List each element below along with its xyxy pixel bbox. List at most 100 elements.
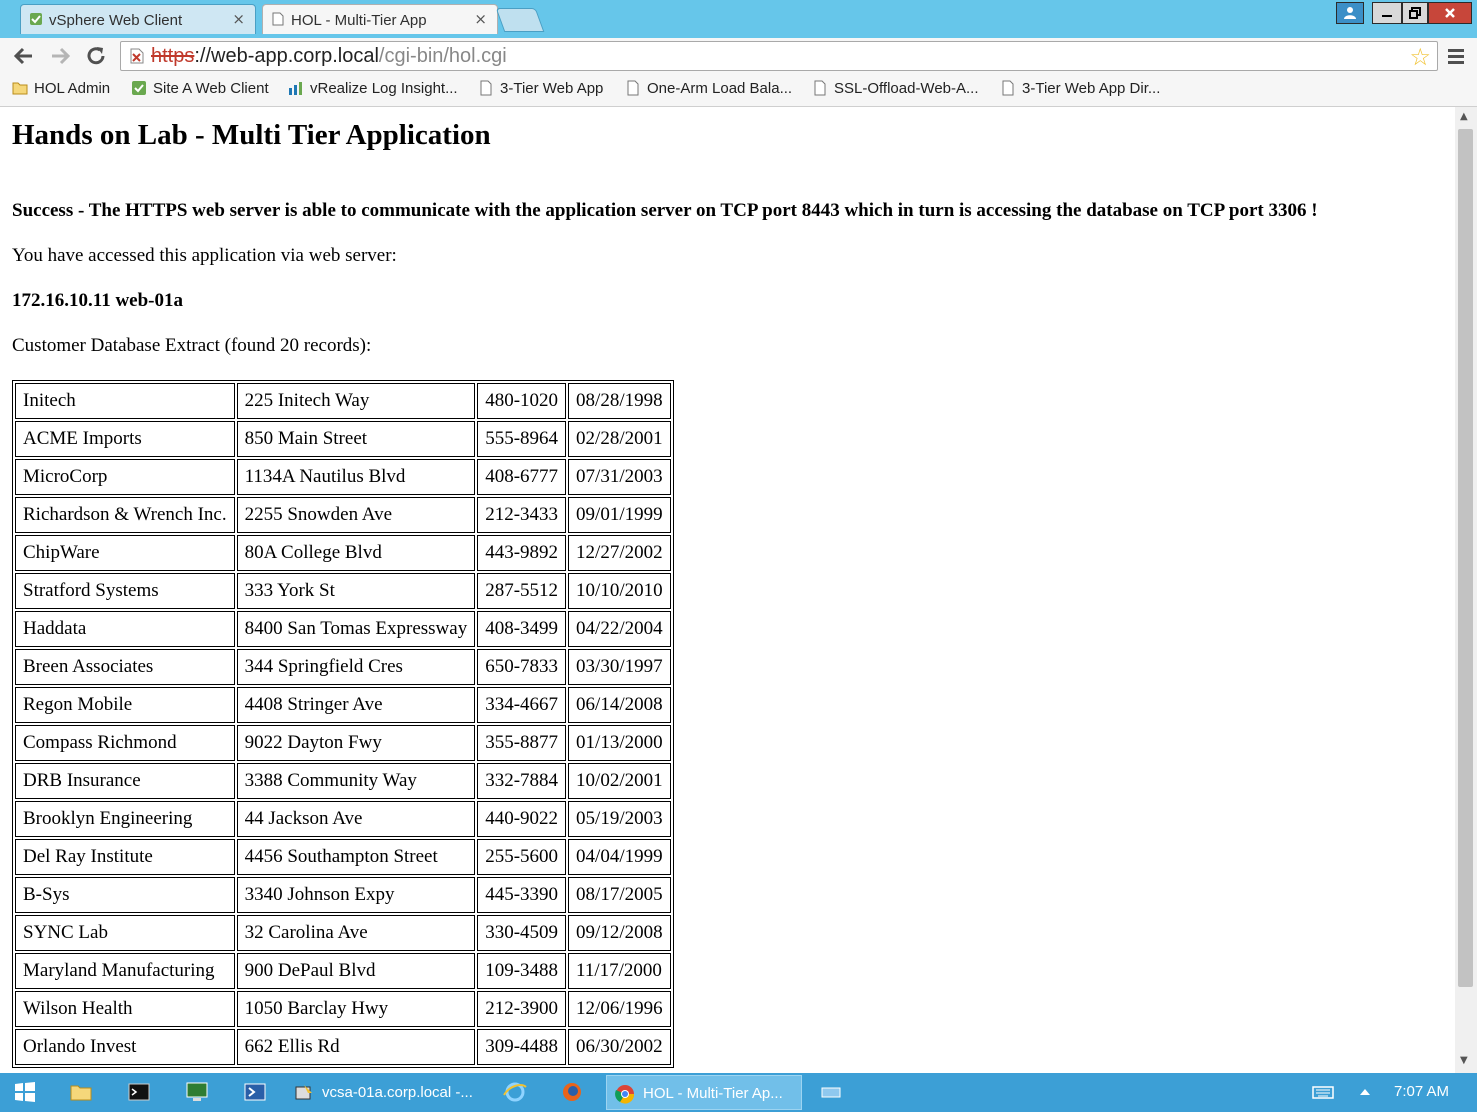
date-cell: 06/30/2002 <box>568 1029 671 1065</box>
table-row: Regon Mobile 4408 Stringer Ave 334-4667 06/… <box>15 687 671 723</box>
address-cell: 1050 Barclay Hwy <box>236 991 476 1027</box>
taskbar-item-vcsa[interactable]: vcsa-01a.corp.local -... <box>286 1075 484 1110</box>
date-cell: 11/17/2000 <box>568 953 671 989</box>
command-prompt-icon[interactable] <box>126 1079 152 1105</box>
back-button[interactable] <box>10 42 38 70</box>
remote-desktop-icon[interactable] <box>184 1079 210 1105</box>
folder-icon <box>12 82 28 95</box>
date-cell: 10/02/2001 <box>568 763 671 799</box>
bookmark-ssl-offload[interactable]: SSL-Offload-Web-A... <box>812 80 979 100</box>
phone-cell: 355-8877 <box>477 725 567 761</box>
extract-caption: Customer Database Extract (found 20 reco… <box>12 335 372 356</box>
table-row: SYNC Lab 32 Carolina Ave 330-4509 09/12/200… <box>15 915 671 951</box>
bookmark-one-arm-load-balancer[interactable]: One-Arm Load Bala... <box>625 80 792 100</box>
tab-label: vSphere Web Client <box>49 12 183 29</box>
show-hidden-icons-icon[interactable] <box>1352 1079 1378 1105</box>
bookmark-label: 3-Tier Web App Dir... <box>1022 80 1161 97</box>
system-clock: 7:07 AM <box>1394 1083 1450 1100</box>
company-name-cell: ACME Imports <box>15 421 235 457</box>
page-icon <box>627 80 639 96</box>
phone-cell: 309-4488 <box>477 1029 567 1065</box>
company-name-cell: Haddata <box>15 611 235 647</box>
phone-cell: 332-7884 <box>477 763 567 799</box>
bookmark-label: Site A Web Client <box>153 80 269 97</box>
reload-button[interactable] <box>82 42 110 70</box>
close-icon[interactable]: × <box>474 10 487 28</box>
menu-icon[interactable] <box>1446 46 1466 66</box>
browser-title-bar: vSphere Web Client × HOL - Multi-Tier Ap… <box>0 0 1477 38</box>
address-cell: 4408 Stringer Ave <box>236 687 476 723</box>
table-row: Maryland Manufacturing 900 DePaul Blvd 109… <box>15 953 671 989</box>
date-cell: 03/30/1997 <box>568 649 671 685</box>
address-cell: 2255 Snowden Ave <box>236 497 476 533</box>
date-cell: 07/31/2003 <box>568 459 671 495</box>
date-cell: 08/17/2005 <box>568 877 671 913</box>
address-cell: 44 Jackson Ave <box>236 801 476 837</box>
taskbar-item-hol-multi-tier-app[interactable]: HOL - Multi-Tier Ap... <box>606 1075 802 1110</box>
phone-cell: 480-1020 <box>477 383 567 419</box>
phone-cell: 408-3499 <box>477 611 567 647</box>
url-path: /cgi-bin/hol.cgi <box>378 45 507 67</box>
bookmark-star-icon[interactable]: ☆ <box>1409 43 1431 71</box>
bookmark-vrealize-log-insight[interactable]: vRealize Log Insight... <box>288 80 458 100</box>
phone-cell: 650-7833 <box>477 649 567 685</box>
powershell-icon[interactable] <box>242 1079 268 1105</box>
phone-cell: 255-5600 <box>477 839 567 875</box>
bookmark-label: 3-Tier Web App <box>500 80 604 97</box>
firefox-icon[interactable] <box>559 1079 585 1105</box>
scroll-down-icon[interactable]: ▼ <box>1460 1055 1468 1066</box>
new-tab-button[interactable] <box>495 8 545 32</box>
bookmark-label: vRealize Log Insight... <box>310 80 458 97</box>
file-explorer-icon[interactable] <box>68 1079 94 1105</box>
address-cell: 4456 Southampton Street <box>236 839 476 875</box>
company-name-cell: Maryland Manufacturing <box>15 953 235 989</box>
url-host: ://web-app.corp.local <box>194 45 379 67</box>
phone-cell: 555-8964 <box>477 421 567 457</box>
address-cell: 662 Ellis Rd <box>236 1029 476 1065</box>
bookmark-label: HOL Admin <box>34 80 111 97</box>
tab-hol-multi-tier-app[interactable]: HOL - Multi-Tier App × <box>262 4 498 34</box>
bookmark-hol-admin[interactable]: HOL Admin <box>12 80 110 100</box>
date-cell: 04/22/2004 <box>568 611 671 647</box>
date-cell: 09/01/1999 <box>568 497 671 533</box>
company-name-cell: SYNC Lab <box>15 915 235 951</box>
table-row: Richardson & Wrench Inc. 2255 Snowden Ave… <box>15 497 671 533</box>
address-cell: 850 Main Street <box>236 421 476 457</box>
table-row: Orlando Invest 662 Ellis Rd 309-4488 06/30/… <box>15 1029 671 1065</box>
close-window-button[interactable] <box>1428 2 1472 24</box>
page-icon <box>814 80 826 96</box>
on-screen-keyboard-icon[interactable] <box>818 1079 844 1105</box>
bookmark-3-tier-web-app[interactable]: 3-Tier Web App <box>478 80 603 100</box>
keyboard-tray-icon[interactable] <box>1310 1079 1336 1105</box>
close-icon[interactable]: × <box>232 10 245 28</box>
address-cell: 32 Carolina Ave <box>236 915 476 951</box>
scrollbar-thumb[interactable] <box>1458 129 1473 987</box>
scroll-up-icon[interactable]: ▲ <box>1460 111 1468 122</box>
address-cell: 1134A Nautilus Blvd <box>236 459 476 495</box>
address-cell: 8400 San Tomas Expressway <box>236 611 476 647</box>
bookmark-site-a-web-client[interactable]: Site A Web Client <box>131 80 269 100</box>
date-cell: 12/27/2002 <box>568 535 671 571</box>
tab-vsphere-web-client[interactable]: vSphere Web Client × <box>20 4 256 34</box>
restore-button[interactable] <box>1402 2 1428 24</box>
user-profile-icon[interactable] <box>1336 2 1364 24</box>
start-windows-icon[interactable] <box>12 1079 38 1105</box>
taskbar: vcsa-01a.corp.local -... HOL - Multi-Tie… <box>0 1073 1477 1112</box>
web-server-name: 172.16.10.11 web-01a <box>12 290 183 311</box>
company-name-cell: Orlando Invest <box>15 1029 235 1065</box>
table-row: Initech 225 Initech Way 480-1020 08/28/1998 <box>15 383 671 419</box>
date-cell: 05/19/2003 <box>568 801 671 837</box>
date-cell: 10/10/2010 <box>568 573 671 609</box>
vertical-scrollbar[interactable]: ▲ ▼ <box>1455 107 1477 1073</box>
success-message: Success - The HTTPS web server is able t… <box>12 200 1318 221</box>
page-icon <box>480 80 492 96</box>
bookmark-3-tier-web-app-dir[interactable]: 3-Tier Web App Dir... <box>1000 80 1160 100</box>
forward-button[interactable] <box>46 42 74 70</box>
company-name-cell: MicroCorp <box>15 459 235 495</box>
page-content: Hands on Lab - Multi Tier Application Su… <box>0 107 1455 1073</box>
phone-cell: 212-3900 <box>477 991 567 1027</box>
internet-explorer-icon[interactable] <box>502 1079 528 1105</box>
phone-cell: 445-3390 <box>477 877 567 913</box>
minimize-button[interactable] <box>1372 2 1402 24</box>
address-bar[interactable]: https://web-app.corp.local/cgi-bin/hol.c… <box>120 41 1438 71</box>
